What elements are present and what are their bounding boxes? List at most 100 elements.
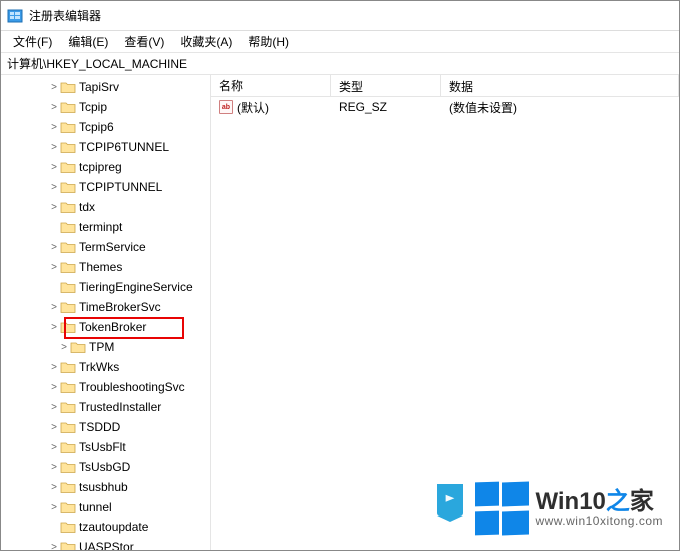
expander-icon[interactable]: > [49, 102, 59, 113]
tree-item-trustedinstaller[interactable]: > TrustedInstaller [1, 397, 210, 417]
tree-item-label: TimeBrokerSvc [79, 300, 161, 314]
tree-item-tunnel[interactable]: > tunnel [1, 497, 210, 517]
folder-icon [60, 320, 76, 334]
window-title: 注册表编辑器 [29, 7, 101, 24]
folder-icon [60, 500, 76, 514]
tree-item-label: tunnel [79, 500, 112, 514]
list-row[interactable]: ab (默认) REG_SZ (数值未设置) [211, 97, 679, 117]
tree-item-label: tsusbhub [79, 480, 128, 494]
tree-pane[interactable]: >TapiSrv>Tcpip>Tcpip6>TCPIP6TUNNEL>tcpip… [1, 75, 211, 550]
expander-icon[interactable]: > [49, 162, 59, 173]
folder-icon [60, 480, 76, 494]
tree-item-label: TapiSrv [79, 80, 119, 94]
tree-item-tpm[interactable]: > TPM [1, 337, 210, 357]
folder-icon [60, 380, 76, 394]
menu-help[interactable]: 帮助(H) [240, 33, 297, 50]
tree-item-label: TSDDD [79, 420, 120, 434]
address-bar[interactable]: 计算机\HKEY_LOCAL_MACHINE [1, 53, 679, 75]
value-type: REG_SZ [331, 98, 441, 116]
tree-item-label: tzautoupdate [79, 520, 148, 534]
expander-icon[interactable]: > [49, 202, 59, 213]
tree-item-trkwks[interactable]: >TrkWks [1, 357, 210, 377]
folder-icon [60, 420, 76, 434]
expander-icon[interactable]: > [49, 82, 59, 93]
expander-icon[interactable]: > [59, 342, 69, 353]
tree-item-tokenbroker[interactable]: > TokenBroker [1, 317, 210, 337]
expander-icon[interactable]: > [49, 322, 59, 333]
windows-logo-icon [475, 482, 529, 536]
tree-item-tcpip6tunnel[interactable]: >TCPIP6TUNNEL [1, 137, 210, 157]
tree-item-label: TroubleshootingSvc [79, 380, 185, 394]
tree-item-tzautoupdate[interactable]: tzautoupdate [1, 517, 210, 537]
expander-icon[interactable]: > [49, 502, 59, 513]
menu-bar: 文件(F) 编辑(E) 查看(V) 收藏夹(A) 帮助(H) [1, 31, 679, 53]
folder-icon [60, 280, 76, 294]
expander-icon[interactable]: > [49, 262, 59, 273]
tree-item-tcpiptunnel[interactable]: > TCPIPTUNNEL [1, 177, 210, 197]
tree-item-tcpip[interactable]: >Tcpip [1, 97, 210, 117]
expander-icon[interactable]: > [49, 542, 59, 551]
expander-icon[interactable]: > [49, 122, 59, 133]
folder-icon [60, 440, 76, 454]
tree-item-troubleshootingsvc[interactable]: > TroubleshootingSvc [1, 377, 210, 397]
expander-icon[interactable]: > [49, 462, 59, 473]
expander-icon[interactable]: > [49, 362, 59, 373]
tree-item-label: TCPIPTUNNEL [79, 180, 162, 194]
tree-item-label: TieringEngineService [79, 280, 193, 294]
list-header: 名称 类型 数据 [211, 75, 679, 97]
tree-item-tieringengineservice[interactable]: TieringEngineService [1, 277, 210, 297]
expander-icon[interactable]: > [49, 142, 59, 153]
title-bar: 注册表编辑器 [1, 1, 679, 31]
tree-item-tsusbgd[interactable]: > TsUsbGD [1, 457, 210, 477]
tree-item-tcpipreg[interactable]: > tcpipreg [1, 157, 210, 177]
tree-item-tapisrv[interactable]: > TapiSrv [1, 77, 210, 97]
folder-icon [60, 180, 76, 194]
tree-item-label: terminpt [79, 220, 122, 234]
menu-view[interactable]: 查看(V) [116, 33, 172, 50]
watermark-brand: Win10之家 [535, 490, 663, 514]
folder-icon [60, 240, 76, 254]
folder-icon [60, 160, 76, 174]
folder-icon [60, 220, 76, 234]
column-data[interactable]: 数据 [441, 75, 679, 96]
tree-item-timebrokersvc[interactable]: > TimeBrokerSvc [1, 297, 210, 317]
tree-item-tsusbhub[interactable]: > tsusbhub [1, 477, 210, 497]
tree-item-termservice[interactable]: >TermService [1, 237, 210, 257]
expander-icon[interactable]: > [49, 182, 59, 193]
tree-item-label: TsUsbGD [79, 460, 130, 474]
tree-item-tsddd[interactable]: > TSDDD [1, 417, 210, 437]
folder-icon [60, 120, 76, 134]
watermark: Win10之家 www.win10xitong.com [475, 482, 663, 536]
menu-file[interactable]: 文件(F) [5, 33, 60, 50]
string-value-icon: ab [219, 100, 233, 114]
expander-icon[interactable]: > [49, 302, 59, 313]
expander-icon[interactable]: > [49, 382, 59, 393]
tree-item-tcpip6[interactable]: >Tcpip6 [1, 117, 210, 137]
tree-item-themes[interactable]: >Themes [1, 257, 210, 277]
tree-item-uaspstor[interactable]: > UASPStor [1, 537, 210, 550]
folder-icon [60, 460, 76, 474]
address-path: 计算机\HKEY_LOCAL_MACHINE [7, 55, 187, 72]
folder-icon [60, 260, 76, 274]
list-pane: 名称 类型 数据 ab (默认) REG_SZ (数值未设置) [211, 75, 679, 550]
regedit-icon [7, 8, 23, 24]
menu-edit[interactable]: 编辑(E) [60, 33, 116, 50]
tree-item-terminpt[interactable]: terminpt [1, 217, 210, 237]
expander-icon[interactable]: > [49, 242, 59, 253]
tree-item-label: TrustedInstaller [79, 400, 161, 414]
expander-icon[interactable]: > [49, 442, 59, 453]
tree-item-label: tcpipreg [79, 160, 122, 174]
expander-icon[interactable]: > [49, 422, 59, 433]
menu-favorites[interactable]: 收藏夹(A) [172, 33, 240, 50]
expander-icon[interactable]: > [49, 402, 59, 413]
column-type[interactable]: 类型 [331, 75, 441, 96]
expander-icon[interactable]: > [49, 482, 59, 493]
tree-item-label: UASPStor [79, 540, 134, 550]
folder-icon [60, 400, 76, 414]
folder-icon [60, 540, 76, 550]
tree-item-tsusbflt[interactable]: >TsUsbFlt [1, 437, 210, 457]
tree-item-tdx[interactable]: >tdx [1, 197, 210, 217]
column-name[interactable]: 名称 [211, 75, 331, 96]
tree-item-label: TPM [89, 340, 114, 354]
tree-item-label: TokenBroker [79, 320, 146, 334]
